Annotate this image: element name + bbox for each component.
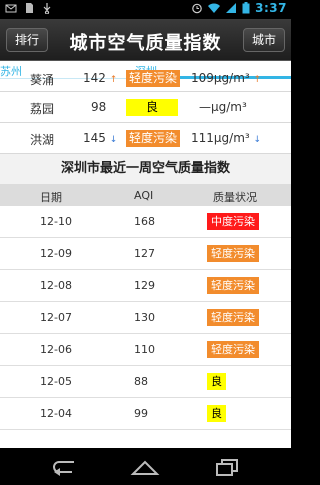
signal-icon <box>226 3 237 13</box>
row-date: 12-09 <box>40 247 72 260</box>
row-date: 12-05 <box>40 375 72 388</box>
table-row[interactable]: 12-05 88 良 <box>0 366 291 398</box>
column-status-header: 质量状况 <box>213 191 257 204</box>
home-icon[interactable] <box>130 457 160 477</box>
table-row[interactable]: 12-04 99 良 <box>0 398 291 430</box>
station-name: 葵涌 <box>30 73 55 87</box>
row-level-badge: 轻度污染 <box>207 309 259 326</box>
usb-icon <box>43 3 51 14</box>
alarm-icon <box>192 3 202 14</box>
battery-icon <box>242 2 250 14</box>
arrow-down-icon: ↓ <box>253 135 262 145</box>
row-level-badge: 中度污染 <box>207 213 259 230</box>
row-level-badge: 良 <box>207 373 226 390</box>
station-level-badge: 轻度污染 <box>126 130 181 147</box>
week-section-title: 深圳市最近一周空气质量指数 <box>0 154 291 184</box>
arrow-up-icon: ↑ <box>109 75 118 85</box>
row-level-badge: 轻度污染 <box>207 277 259 294</box>
station-pm: —μg/m³ <box>199 100 247 114</box>
column-aqi-header: AQI <box>134 189 154 202</box>
row-date: 12-10 <box>40 215 72 228</box>
envelope-icon <box>5 4 17 13</box>
table-row[interactable]: 12-06 110 轻度污染 <box>0 334 291 366</box>
row-aqi: 127 <box>134 247 155 260</box>
station-level-badge: 轻度污染 <box>126 70 181 87</box>
row-level-badge: 轻度污染 <box>207 341 259 358</box>
sd-card-icon <box>26 3 33 13</box>
row-aqi: 168 <box>134 215 155 228</box>
arrow-up-icon: ↑ <box>253 75 262 85</box>
station-row[interactable]: 荔园 98 良 —μg/m³ <box>0 92 291 123</box>
row-aqi: 88 <box>134 375 148 388</box>
row-aqi: 129 <box>134 279 155 292</box>
station-level-badge: 良 <box>126 99 178 116</box>
row-aqi: 130 <box>134 311 155 324</box>
city-button[interactable]: 城市 <box>242 28 285 52</box>
row-date: 12-07 <box>40 311 72 324</box>
station-name: 洪湖 <box>30 133 55 147</box>
clock: 3:37 <box>255 1 287 15</box>
station-row[interactable]: 葵涌 142 ↑ 轻度污染 109μg/m³ ↑ <box>0 70 291 92</box>
table-row[interactable]: 12-07 130 轻度污染 <box>0 302 291 334</box>
row-level-badge: 轻度污染 <box>207 245 259 262</box>
back-icon[interactable] <box>50 457 80 477</box>
row-level-badge: 良 <box>207 405 226 422</box>
row-aqi: 110 <box>134 343 155 356</box>
week-table-body: 12-10 168 中度污染 12-09 127 轻度污染 12-08 129 … <box>0 206 291 430</box>
table-row[interactable]: 12-10 168 中度污染 <box>0 206 291 238</box>
station-name: 荔园 <box>30 102 55 116</box>
station-aqi: 142 ↑ <box>83 71 118 85</box>
week-table-header: 日期 AQI 质量状况 <box>0 184 291 206</box>
station-pm: 111μg/m³ ↓ <box>191 131 262 145</box>
column-date-header: 日期 <box>40 191 62 204</box>
station-list: 葵涌 142 ↑ 轻度污染 109μg/m³ ↑ 荔园 98 良 —μg/m³ … <box>0 70 291 154</box>
row-date: 12-06 <box>40 343 72 356</box>
station-row[interactable]: 洪湖 145 ↓ 轻度污染 111μg/m³ ↓ <box>0 123 291 154</box>
main-content: 苏州 深圳 葵涌 142 ↑ 轻度污染 109μg/m³ ↑ 荔园 98 良 —… <box>0 61 291 448</box>
row-date: 12-08 <box>40 279 72 292</box>
table-row[interactable]: 12-08 129 轻度污染 <box>0 270 291 302</box>
row-date: 12-04 <box>40 407 72 420</box>
status-bar: 3:37 <box>0 0 291 19</box>
station-aqi: 98 <box>91 100 107 114</box>
row-aqi: 99 <box>134 407 148 420</box>
table-row[interactable]: 12-09 127 轻度污染 <box>0 238 291 270</box>
title-bar: 排行 城市空气质量指数 城市 <box>0 19 291 61</box>
wifi-icon <box>208 3 221 13</box>
recent-apps-icon[interactable] <box>212 457 242 477</box>
station-pm: 109μg/m³ ↑ <box>191 71 262 85</box>
station-aqi: 145 ↓ <box>83 131 118 145</box>
navigation-bar <box>0 448 291 485</box>
arrow-down-icon: ↓ <box>109 135 118 145</box>
